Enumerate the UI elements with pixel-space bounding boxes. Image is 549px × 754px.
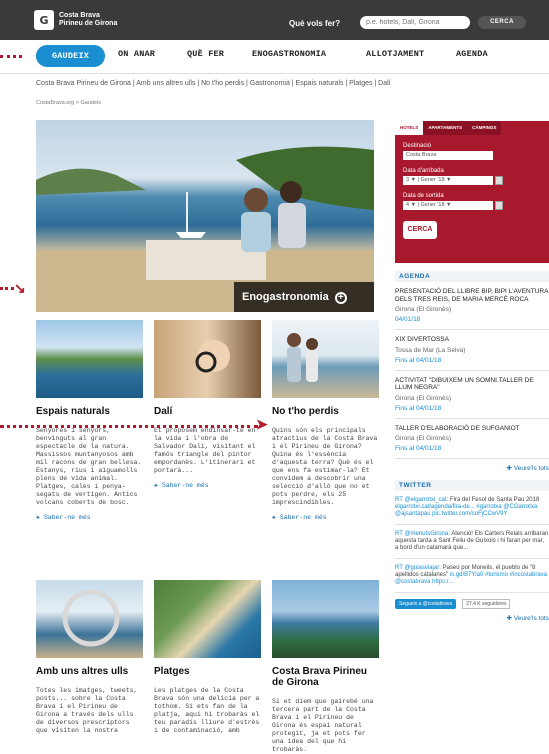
annotation-dots xyxy=(0,425,258,428)
arrival-label: Data d'arribada xyxy=(403,168,444,174)
annotation-dots xyxy=(0,55,22,58)
departure-select[interactable]: 4 ▼ | Gener '18 ▼ xyxy=(403,201,493,210)
search-question: Què vols fer? xyxy=(289,19,341,28)
card-text: Si et diem que gairebé una tercera part … xyxy=(272,698,374,753)
card-text: Senyores i senyors, benvinguts al gran e… xyxy=(36,427,142,506)
annotation-arrow-icon: ➤ xyxy=(256,416,268,432)
follower-count: 27,4 K seguidores xyxy=(462,599,511,609)
sidebar: HOTELS APARTAMENTS CÀMPINGS Destinació C… xyxy=(395,121,549,627)
sub-navigation[interactable]: Costa Brava Pirineu de Girona | Amb uns … xyxy=(36,80,391,87)
card-costa-brava-pirineu[interactable]: Costa Brava Pirineu de Girona Si et diem… xyxy=(272,580,379,754)
tab-campings[interactable]: CÀMPINGS xyxy=(467,121,502,135)
twitter-follow: Segueix a @costabrava 27,4 K seguidores xyxy=(395,599,549,609)
booking-tabs: HOTELS APARTAMENTS CÀMPINGS xyxy=(395,121,549,135)
search-input[interactable] xyxy=(360,16,470,29)
breadcrumb[interactable]: CostaBrava.org > Gaudeix xyxy=(36,100,101,106)
card-image[interactable] xyxy=(154,580,261,658)
card-espais-naturals[interactable]: Espais naturals Senyores i senyors, benv… xyxy=(36,320,143,521)
couple-illustration xyxy=(287,333,318,382)
card-platges[interactable]: Platges Les platges de la Costa Brava só… xyxy=(154,580,261,735)
twitter-more-link[interactable]: ✚ Veure'ls tots xyxy=(395,614,549,622)
card-more-link[interactable]: ✚ Saber-ne més xyxy=(36,513,143,521)
nav-que-fer[interactable]: QUÈ FER xyxy=(187,49,224,59)
tab-apartaments[interactable]: APARTAMENTS xyxy=(423,121,468,135)
twitter-heading: TWITTER xyxy=(395,480,549,491)
card-title[interactable]: No t'ho perdis xyxy=(272,406,379,417)
logo-line2: Pirineu de Girona xyxy=(59,20,118,27)
card-image[interactable] xyxy=(272,580,379,658)
hero-label[interactable]: Enogastronomia + xyxy=(234,282,374,312)
card-text: Totes les imatges, tweets, posts... sobr… xyxy=(36,687,138,734)
card-image[interactable] xyxy=(154,320,261,398)
card-no-tho-perdis[interactable]: No t'ho perdis Quins són els principals … xyxy=(272,320,379,521)
card-amb-uns-altres-ulls[interactable]: Amb uns altres ulls Totes les imatges, t… xyxy=(36,580,143,735)
tweet[interactable]: RT @elgarrotxi_cat: Fira del Fesol de Sa… xyxy=(395,491,549,525)
agenda-event[interactable]: XIX DIVERTOSSA Tossa de Mar (La Selva) Fin… xyxy=(395,330,549,371)
nav-enogastronomia[interactable]: ENOGASTRONOMIA xyxy=(252,49,326,59)
destination-label: Destinació xyxy=(403,143,432,149)
site-logo[interactable]: G Costa Brava Pirineu de Girona xyxy=(34,10,117,30)
card-title[interactable]: Costa Brava Pirineu de Girona xyxy=(272,666,379,688)
nav-gaudeix[interactable]: GAUDEIX xyxy=(36,45,105,67)
agenda-event[interactable]: PRESENTACIÓ DEL LLIBRE BIP, BIPI L'AVENT… xyxy=(395,282,549,330)
tab-hotels[interactable]: HOTELS xyxy=(395,121,424,135)
nav-allotjament[interactable]: ALLOTJAMENT xyxy=(366,49,424,59)
lens-illustration xyxy=(62,589,120,647)
annotation-arrow-icon: ↘ xyxy=(14,280,26,296)
nav-on-anar[interactable]: ON ANAR xyxy=(118,49,155,59)
booking-widget: HOTELS APARTAMENTS CÀMPINGS Destinació C… xyxy=(395,121,549,263)
logo-line1: Costa Brava xyxy=(59,12,100,19)
annotation-dots xyxy=(0,287,14,290)
card-title[interactable]: Platges xyxy=(154,666,261,677)
agenda-event[interactable]: ACTIVITAT "DIBUIXEM UN SOMNI.TALLER DE L… xyxy=(395,371,549,419)
card-dali[interactable]: Dalí Et proposem endinsar-te en la vida … xyxy=(154,320,261,489)
card-title[interactable]: Dalí xyxy=(154,406,261,417)
logo-mark-icon: G xyxy=(34,10,54,30)
tweet[interactable]: RT @guiasviajar: Paseo por Moneils, el p… xyxy=(395,559,549,593)
main-nav: GAUDEIX ON ANAR QUÈ FER ENOGASTRONOMIA A… xyxy=(0,40,549,74)
page: G Costa Brava Pirineu de Girona Què vols… xyxy=(0,0,549,754)
tweet[interactable]: RT @menutsGirona: Atenció! Els Carters R… xyxy=(395,525,549,559)
nav-agenda[interactable]: AGENDA xyxy=(456,49,488,59)
card-text: Les platges de la Costa Brava són una de… xyxy=(154,687,260,734)
hero-image[interactable]: Enogastronomia + xyxy=(36,120,374,312)
agenda-event[interactable]: TALLER D'ELABORACIÓ DE SUFGANIOT Girona (… xyxy=(395,419,549,459)
card-image[interactable] xyxy=(36,320,143,398)
booking-search-button[interactable]: CERCA xyxy=(403,221,437,239)
calendar-icon[interactable] xyxy=(495,176,503,185)
departure-label: Data de sortida xyxy=(403,193,444,199)
card-text: Quins són els principals atractius de la… xyxy=(272,427,378,506)
card-more-link[interactable]: ✚ Saber-ne més xyxy=(272,513,379,521)
follow-button[interactable]: Segueix a @costabrava xyxy=(395,599,457,609)
agenda-heading: AGENDA xyxy=(395,271,549,282)
card-image[interactable] xyxy=(36,580,143,658)
card-title[interactable]: Espais naturals xyxy=(36,406,143,417)
arrival-select[interactable]: 3 ▼ | Gener '18 ▼ xyxy=(403,176,493,185)
card-more-link[interactable]: ✚ Saber-ne més xyxy=(154,481,261,489)
plus-icon: + xyxy=(334,292,347,304)
card-text: Et proposem endinsar-te en la vida i l'o… xyxy=(154,427,256,474)
calendar-icon[interactable] xyxy=(495,201,503,210)
card-title[interactable]: Amb uns altres ulls xyxy=(36,666,143,677)
agenda-more-link[interactable]: ✚ Veure'ls tots xyxy=(395,464,549,472)
dali-illustration xyxy=(195,340,230,373)
destination-field[interactable]: Costa Brava xyxy=(403,151,493,160)
card-image[interactable] xyxy=(272,320,379,398)
top-bar: G Costa Brava Pirineu de Girona Què vols… xyxy=(0,0,549,40)
search-button[interactable]: CERCA xyxy=(478,16,526,29)
